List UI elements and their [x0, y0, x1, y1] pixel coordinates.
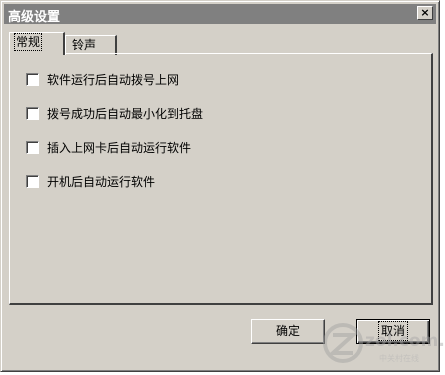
- run-on-card-insert-label: 插入上网卡后自动运行软件: [47, 140, 192, 155]
- auto-dial-label: 软件运行后自动拨号上网: [47, 72, 180, 87]
- option-minimize-to-tray[interactable]: 拨号成功后自动最小化到托盘: [26, 104, 203, 122]
- tab-general-label: 常规: [13, 33, 43, 51]
- window-title: 高级设置: [8, 10, 61, 25]
- tab-general[interactable]: 常规: [9, 32, 65, 55]
- tab-ringtone[interactable]: 铃声: [65, 35, 117, 55]
- run-on-startup-label: 开机后自动运行软件: [47, 174, 156, 189]
- minimize-to-tray-label: 拨号成功后自动最小化到托盘: [47, 106, 204, 121]
- dialog-window: 高级设置 × 常规 铃声 软件运行后自动拨号上网 拨号成功后自动最小化到托盘 插…: [0, 0, 440, 372]
- zol-logo-icon: [323, 323, 363, 363]
- auto-dial-checkbox[interactable]: [26, 72, 39, 86]
- run-on-card-insert-checkbox[interactable]: [26, 140, 39, 154]
- option-auto-dial[interactable]: 软件运行后自动拨号上网: [26, 70, 179, 88]
- ok-button[interactable]: 确定: [251, 319, 325, 344]
- close-button[interactable]: ×: [417, 6, 433, 20]
- title-bar[interactable]: 高级设置 ×: [4, 4, 436, 25]
- watermark-subtext: 中关村在线: [379, 354, 419, 363]
- watermark-logo: zol.com.cn 中关村在线: [321, 319, 445, 369]
- ok-button-label: 确定: [275, 324, 300, 338]
- watermark-text: zol.com.cn: [365, 331, 445, 351]
- minimize-to-tray-checkbox[interactable]: [26, 106, 39, 120]
- run-on-startup-checkbox[interactable]: [26, 174, 39, 188]
- option-run-on-card-insert[interactable]: 插入上网卡后自动运行软件: [26, 138, 191, 156]
- tab-ringtone-label: 铃声: [72, 38, 97, 52]
- option-run-on-startup[interactable]: 开机后自动运行软件: [26, 172, 155, 190]
- close-icon: ×: [420, 6, 430, 19]
- tab-panel-general: 软件运行后自动拨号上网 拨号成功后自动最小化到托盘 插入上网卡后自动运行软件 开…: [9, 53, 433, 305]
